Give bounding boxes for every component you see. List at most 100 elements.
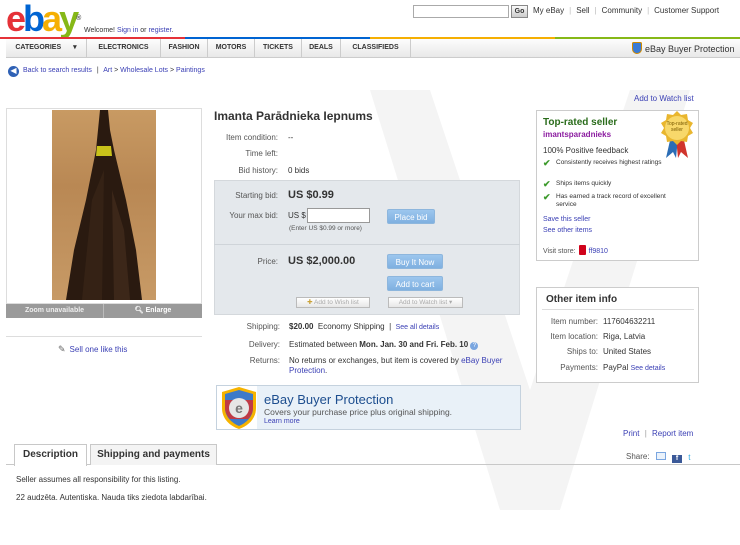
condition-value: --	[288, 133, 294, 142]
shipping-label: Shipping:	[246, 322, 280, 331]
check-icon: ✔	[543, 179, 551, 189]
place-bid-button[interactable]: Place bid	[387, 209, 435, 224]
nav-categories[interactable]: CATEGORIES ▾	[6, 39, 87, 58]
bid-history-link[interactable]: 0 bids	[288, 166, 309, 175]
back-to-search-link[interactable]: Back to search results	[23, 67, 92, 74]
store-icon	[578, 245, 586, 255]
community-link[interactable]: Community	[602, 6, 642, 15]
my-ebay-link[interactable]: My eBay	[533, 6, 564, 15]
sign-in-link[interactable]: Sign in	[117, 27, 138, 34]
max-bid-currency: US $	[288, 211, 306, 220]
nav-classifieds[interactable]: CLASSIFIEDS	[341, 39, 411, 58]
welcome-text: Welcome! Sign in or register.	[84, 27, 173, 34]
returns-end: .	[325, 366, 328, 375]
breadcrumb-wholesale-lots[interactable]: Wholesale Lots	[120, 67, 168, 74]
payments-value: PayPal See details	[603, 363, 665, 372]
email-icon[interactable]	[655, 452, 666, 460]
bid-history-label: Bid history:	[238, 166, 278, 175]
separator: |	[647, 6, 650, 15]
delivery-label: Delivery:	[248, 340, 280, 349]
breadcrumb: Back to search results | Art > Wholesale…	[23, 67, 205, 74]
max-bid-input[interactable]	[307, 208, 370, 223]
customer-support-link[interactable]: Customer Support	[654, 6, 719, 15]
breadcrumb-paintings[interactable]: Paintings	[176, 67, 205, 74]
payments-method: PayPal	[603, 363, 629, 372]
store-link[interactable]: ff9810	[589, 248, 608, 255]
bid-panel	[214, 180, 520, 315]
zoom-unavailable: Zoom unavailable	[6, 304, 104, 318]
description-text: 22 audzēta. Autentiska. Nauda tiks ziedo…	[16, 493, 207, 502]
add-to-watch-list-button[interactable]: Add to Watch list ▾	[388, 297, 463, 308]
payments-details-link[interactable]: See details	[631, 365, 666, 372]
nav-tickets[interactable]: TICKETS	[255, 39, 302, 58]
medal-text: Top-rated seller	[666, 121, 688, 133]
learn-more-link[interactable]: Learn more	[264, 418, 300, 425]
welcome-prefix: Welcome!	[84, 27, 117, 34]
sell-link[interactable]: Sell	[576, 6, 589, 15]
buyer-protection-label: eBay Buyer Protection	[645, 44, 735, 54]
breadcrumb-arrow: >	[114, 67, 119, 74]
back-arrow-icon[interactable]: ◀	[8, 66, 19, 77]
wishlist-icon: ✚	[307, 299, 315, 306]
shipping-details-link[interactable]: See all details	[396, 324, 440, 331]
tag-icon: ✎	[58, 344, 66, 354]
buyer-protection-title: eBay Buyer Protection	[264, 392, 394, 407]
hair-image	[66, 110, 142, 300]
breadcrumb-art[interactable]: Art	[103, 67, 112, 74]
returns-text: No returns or exchanges, but item is cov…	[289, 356, 459, 365]
buyer-protection-header-link[interactable]: eBay Buyer Protection	[632, 42, 735, 54]
tab-description[interactable]: Description	[14, 444, 87, 466]
item-location-value: Riga, Latvia	[603, 332, 646, 341]
condition-label: Item condition:	[225, 133, 278, 142]
ebay-logo[interactable]: ebay®	[6, 1, 81, 37]
nav-fashion[interactable]: FASHION	[161, 39, 208, 58]
starting-bid-label: Starting bid:	[235, 191, 278, 200]
share-label: Share:	[626, 452, 650, 461]
sell-one-like-this[interactable]: ✎ Sell one like this	[58, 344, 127, 355]
item-title: Imanta Parādnieka Iepnums	[214, 109, 373, 123]
go-button[interactable]: Go	[511, 5, 528, 18]
add-to-wish-list-label: Add to Wish list	[314, 299, 359, 306]
svg-text:e: e	[235, 400, 243, 416]
item-photo[interactable]	[52, 110, 156, 300]
tab-shipping-payments[interactable]: Shipping and payments	[90, 444, 217, 465]
info-icon[interactable]: ?	[470, 342, 479, 350]
see-other-items-link[interactable]: See other items	[543, 227, 592, 234]
returns-value: No returns or exchanges, but item is cov…	[289, 356, 521, 376]
register-link[interactable]: register	[148, 27, 171, 34]
report-item-link[interactable]: Report item	[652, 429, 693, 438]
facebook-icon[interactable]: f	[672, 455, 683, 463]
divider	[214, 244, 520, 245]
separator: |	[569, 6, 572, 15]
time-left-label: Time left:	[245, 149, 278, 158]
buyer-protection-subtitle: Covers your purchase price plus original…	[264, 407, 453, 417]
twitter-icon[interactable]: t	[688, 453, 698, 462]
top-rated-seller-medal-icon	[661, 111, 693, 158]
nav-motors[interactable]: MOTORS	[208, 39, 255, 58]
check-icon: ✔	[543, 158, 551, 168]
starting-bid-value: US $0.99	[288, 189, 334, 201]
nav-electronics[interactable]: ELECTRONICS	[87, 39, 161, 58]
buy-it-now-button[interactable]: Buy It Now	[387, 254, 443, 269]
add-to-watch-list-link[interactable]: Add to Watch list	[634, 94, 694, 103]
enlarge-label: Enlarge	[145, 307, 172, 314]
enlarge-button[interactable]: 🔍︎ Enlarge	[104, 304, 202, 318]
save-this-seller-link[interactable]: Save this seller	[543, 216, 590, 223]
add-to-wish-list-button[interactable]: ✚ Add to Wish list	[296, 297, 370, 308]
top-rated-seller-title: Top-rated seller	[543, 117, 618, 128]
seller-name-link[interactable]: imantsparadnieks	[543, 130, 611, 139]
print-link[interactable]: Print	[623, 429, 639, 438]
print-report-links: Print | Report item	[623, 429, 693, 438]
item-location-label: Item location:	[550, 332, 598, 341]
seller-point-ratings: Consistently receives highest ratings	[556, 159, 662, 166]
separator: |	[594, 6, 597, 15]
delivery-dates: Mon. Jan. 30 and Fri. Feb. 10	[359, 340, 469, 349]
search-input[interactable]	[413, 5, 509, 18]
add-to-watch-list-label: Add to Watch list	[398, 299, 448, 306]
nav-deals[interactable]: DEALS	[302, 39, 341, 58]
shipping-cost: $20.00	[289, 322, 314, 331]
other-item-info-title: Other item info	[546, 294, 618, 305]
returns-label: Returns:	[249, 356, 280, 365]
chevron-down-icon: ▾	[449, 299, 453, 306]
add-to-cart-button[interactable]: Add to cart	[387, 276, 443, 291]
